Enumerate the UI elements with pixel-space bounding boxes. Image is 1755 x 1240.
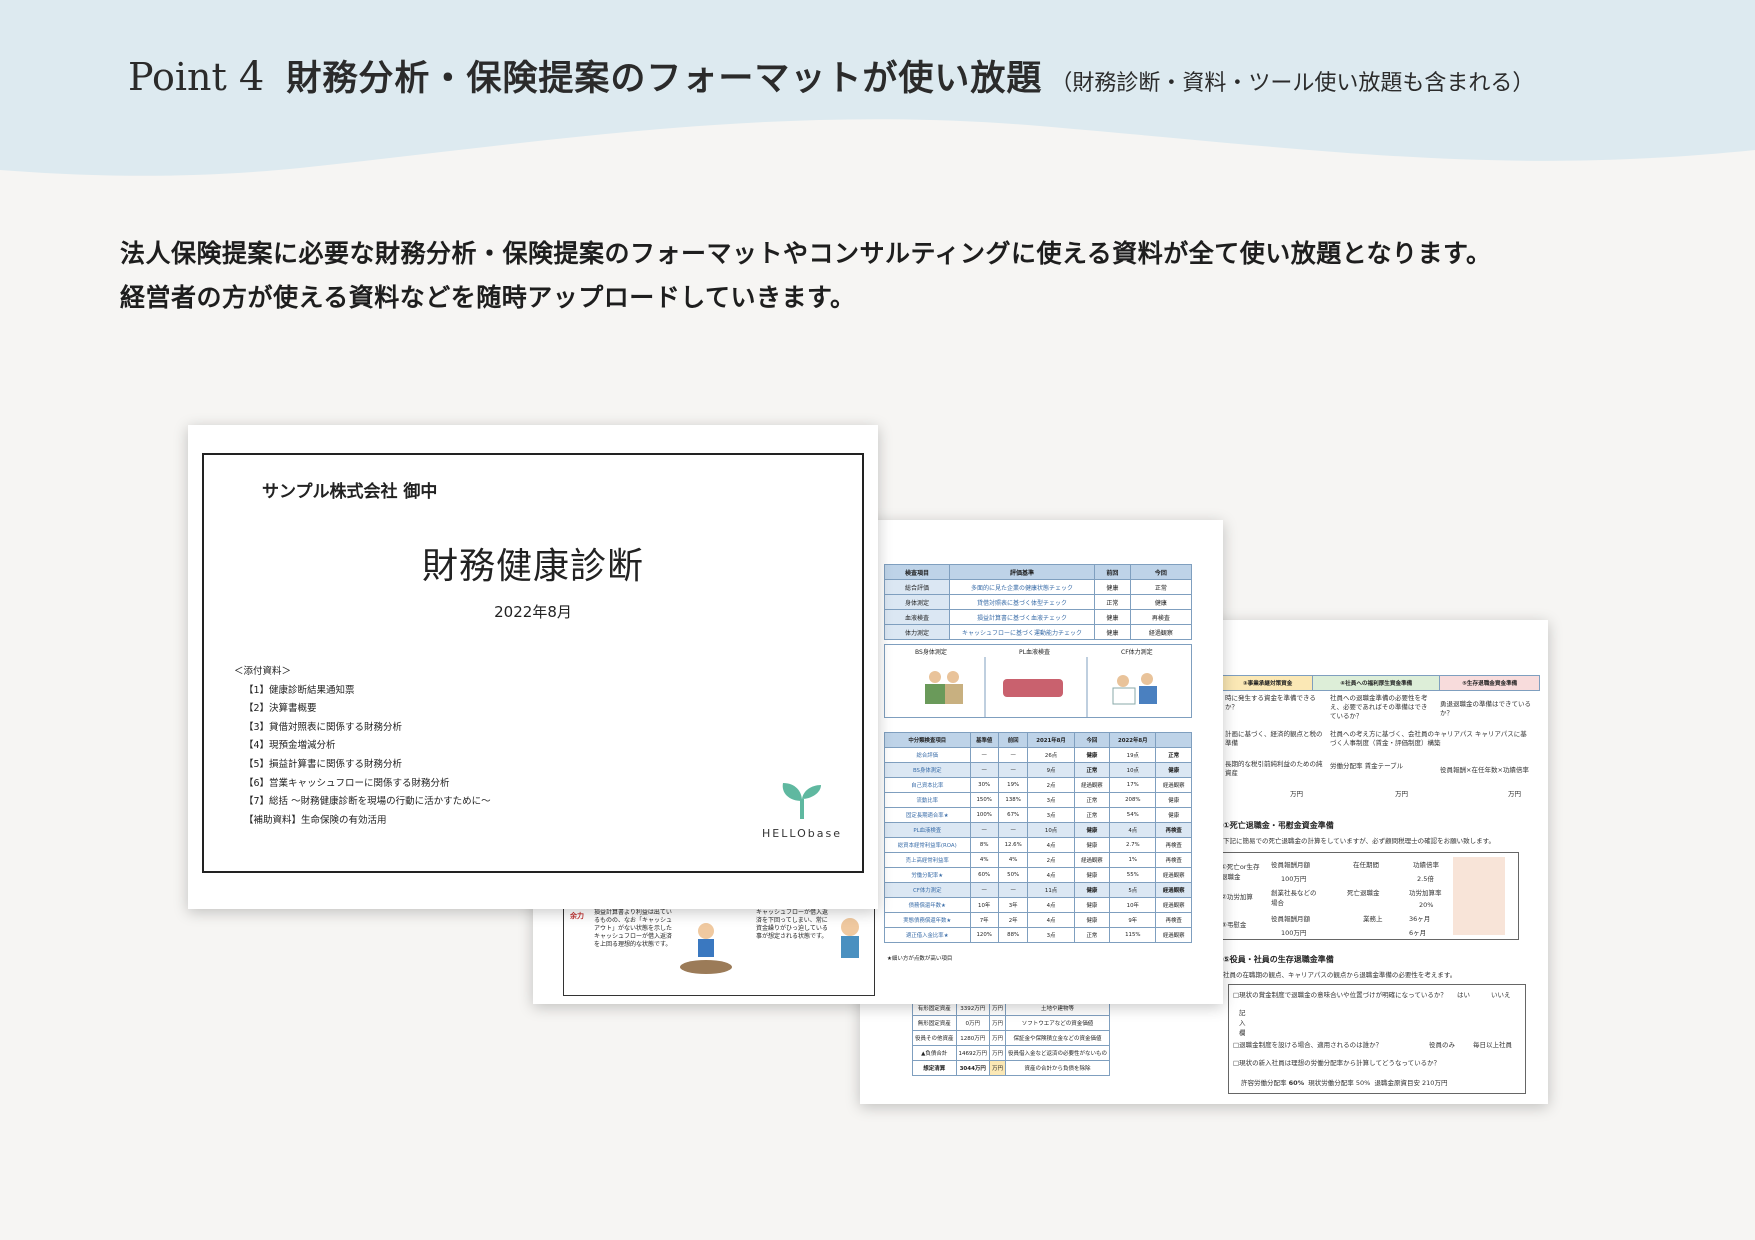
col-header: 評価基準 [949,564,1095,580]
hellobase-logo: HELLObase [760,781,844,840]
plan-cell: 労働分配率 賃金テーブル [1330,762,1404,770]
calc-cell: 功労加算率 [1409,889,1442,897]
plan-section-note: 下記に簡易での死亡退職金の計算をしていますが、必ず顧問税理士の確認をお願い致しま… [1223,837,1496,845]
calc-result-cells [1453,857,1505,935]
note-label: 記入欄 [1239,1009,1246,1037]
health-panels: BS身体測定 PL血液検査 CF体力測定 [884,644,1192,718]
cashflow-text: キャッシュフローが借入返済を下回ってしまい、常に資金繰りがひっ迫している事が想定… [756,909,829,940]
description: 法人保険提案に必要な財務分析・保険提案のフォーマットやコンサルティングに使える資… [120,232,1492,320]
headline: 財務分析・保険提案のフォーマットが使い放題 [286,58,1043,99]
description-line-2: 経営者の方が使える資料などを随時アップロードしていきます。 [120,283,856,312]
col-header: 検査項目 [884,564,950,580]
description-line-1: 法人保険提案に必要な財務分析・保険提案のフォーマットやコンサルティングに使える資… [120,239,1492,268]
report-footnote: ★細い方が点数が高い項目 [887,956,953,962]
plan-cell: 時に発生する資金を準備できるか？ [1225,694,1316,711]
yes-option: はい [1457,991,1470,999]
calc-cell: 6ヶ月 [1409,929,1427,937]
col-header: 今回 [1129,564,1193,580]
section-title: Point 4 財務分析・保険提案のフォーマットが使い放題 （財務診断・資料・ツ… [128,50,1534,101]
panel-label: CF体力測定 [1121,649,1153,656]
asset-table: 有形固定資産 3392万円 万円 土地や建物等 無形固定資産 0万円 万円 ソフトウエアなど… [912,1000,1111,1076]
document-title: 財務健康診断 [421,546,644,587]
attachment-list: ＜添付資料＞ 【1】健康診断結果通知票 【2】決算書概要 【3】貸借対照表に関係… [234,663,491,830]
plan-col-header: ④社員への福利厚生資金準備 [1312,675,1441,691]
plan-col-header: ③事業承継対策資金 [1221,675,1314,691]
plan-col-header: ⑤生存退職金資金準備 [1439,675,1540,691]
calc-cell: 100万円 [1281,929,1307,937]
plan-cell: 役員報酬×在任年数×功績倍率 [1440,766,1529,774]
document-date: 2022年8月 [494,603,572,621]
calc-cell: 20% [1419,901,1434,909]
attachment-item: 【7】総括 ～財務健康診断を現場の行動に活かすために～ [244,796,491,808]
calc-cell: 役員報酬月額 [1271,915,1310,923]
side-label: 余力 [570,912,584,920]
attachment-item: 【4】現預金増減分析 [244,740,336,752]
calc-cell: 創業社長などの場合 [1271,889,1317,907]
calc-cell: 在任期間 [1353,861,1379,869]
who-option: 毎日以上社員 [1473,1041,1512,1049]
attachment-item: 【補助資料】生命保険の有効活用 [244,814,387,826]
check-item: □現状の新入社員は理想の労働分配率から計算してどうなっているか？ [1233,1059,1441,1067]
calc-cell: 2.5倍 [1417,875,1434,883]
happy-person-illustration [680,923,732,974]
calc-label: ①死亡or生存退職金 [1221,863,1260,881]
panel-label: BS身体測定 [915,649,947,656]
point-label: Point 4 [128,54,265,100]
calc-cell: 36ヶ月 [1409,915,1431,923]
plan-cell: 勇退退職金の準備はできているか？ [1440,700,1531,717]
plan-unit: 万円 [1508,790,1521,798]
panel-label: PL血液検査 [1019,649,1050,656]
plan-unit: 万円 [1395,790,1408,798]
plan-cell: 社員への考え方に基づく、会社員のキャリアパス キャリアパスに基づく人事制度（賃金… [1330,730,1527,747]
plan-unit: 万円 [1290,790,1303,798]
plan-section-title: ⑤役員・社員の生存退職金準備 [1223,955,1334,964]
worried-person-illustration [841,918,859,958]
calc-cell: 役員報酬月額 [1271,861,1310,869]
plan-section-note: 社員の在職期の観点、キャリアパスの観点から退職金準備の必要性を考えます。 [1223,971,1457,979]
summary-table: 検査項目 評価基準 前回 今回 総合評価 多面的に見た企業の健康状態チェック 健康正… [884,564,1193,640]
cover-frame: サンプル株式会社 御中 財務健康診断 2022年8月 ＜添付資料＞ 【1】健康診… [202,453,864,873]
attachment-item: 【1】健康診断結果通知票 [244,684,355,696]
no-option: いいえ [1491,991,1511,999]
detail-table: 中分類検査項目 基準値 前回 2021年8月 今回 2022年8月 総合評価 — —26点… [884,732,1192,943]
calc-box: ①死亡or生存退職金 役員報酬月額 100万円 在任期間 功績倍率 2.5倍 ②… [1212,852,1519,940]
plan-header-table: ③事業承継対策資金 ④社員への福利厚生資金準備 ⑤生存退職金資金準備 [1221,675,1540,691]
plan-section-title: ①死亡退職金・弔慰金資金準備 [1223,821,1334,830]
attachments-heading: ＜添付資料＞ [234,666,292,677]
logo-text: HELLObase [762,827,842,840]
plan-cell: 長期的な税引前純利益のための純資産 [1225,760,1323,777]
col-header: 前回 [1094,564,1131,580]
calc-cell: 業務上 [1363,915,1383,923]
plan-cell: 計画に基づく、経済的観点と税の準備 [1225,730,1323,747]
calc-label: ③弔慰金 [1221,921,1247,929]
cashflow-box: 余力 損益計算書より利益は出ているものの、なお「キャッシュアウト」がない状態を示… [563,904,875,996]
calc-cell: 100万円 [1281,875,1307,883]
check-item: □退職金制度を設ける場合、適用されるのは誰か？ [1233,1041,1383,1049]
calc-cell: 功績倍率 [1413,861,1439,869]
sprout-icon [782,783,821,819]
cashflow-text: 損益計算書より利益は出ているものの、なお「キャッシュアウト」がない状態を示したキ… [594,909,673,948]
calc-cell: 死亡退職金 [1347,889,1380,897]
plan-cell: 社員への退職金準備の必要性を考え、必要であればその準備はできているか？ [1330,694,1428,720]
subheadline: （財務診断・資料・ツール使い放題も含まれる） [1050,71,1535,96]
who-option: 役員のみ [1429,1041,1455,1049]
attachment-item: 【3】貸借対照表に関係する財務分析 [244,721,403,733]
calc-label: ②功労加算 [1221,893,1253,901]
check-box: □現状の賞金制度で退職金の意味合いや位置づけが明確になっているか？ はい いいえ… [1228,984,1526,1094]
attachment-item: 【2】決算書概要 [244,703,317,715]
cover-page: サンプル株式会社 御中 財務健康診断 2022年8月 ＜添付資料＞ 【1】健康診… [188,425,878,909]
attachment-item: 【5】損益計算書に関係する財務分析 [244,758,403,770]
health-illustrations [925,657,1157,717]
bottom-calc-line: 許容労働分配率 60% 現状労働分配率 50% 退職金原資目安 210万円 [1241,1079,1448,1087]
check-item: □現状の賞金制度で退職金の意味合いや位置づけが明確になっているか？ [1233,991,1447,999]
company-name: サンプル株式会社 御中 [262,482,438,502]
attachment-item: 【6】営業キャッシュフローに関係する財務分析 [244,777,450,789]
